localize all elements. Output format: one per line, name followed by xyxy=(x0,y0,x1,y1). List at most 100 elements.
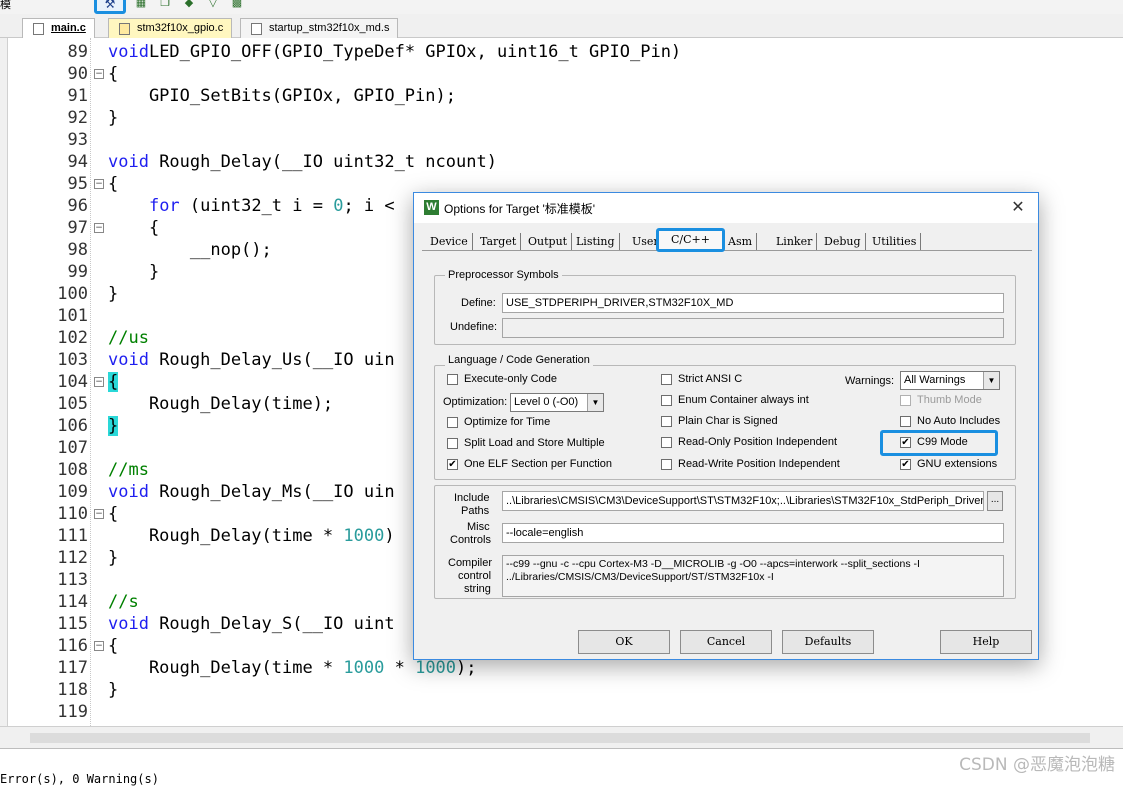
tab-label: main.c xyxy=(51,22,86,34)
execute-only-checkbox[interactable] xyxy=(447,374,458,385)
map-icon[interactable]: ▩ xyxy=(230,0,244,10)
code-line[interactable]: 91 GPIO_SetBits(GPIOx, GPIO_Pin); xyxy=(0,85,1123,107)
plain-char-checkbox[interactable] xyxy=(661,416,672,427)
download-icon[interactable]: ◆ xyxy=(182,0,196,10)
horizontal-scrollbar[interactable] xyxy=(0,726,1123,748)
fold-toggle-icon[interactable]: − xyxy=(94,641,104,651)
define-input[interactable]: USE_STDPERIPH_DRIVER,STM32F10X_MD xyxy=(502,293,1004,313)
ok-button[interactable]: OK xyxy=(578,630,670,654)
include-paths-input[interactable]: ..\Libraries\CMSIS\CM3\DeviceSupport\ST\… xyxy=(502,491,984,511)
tab-startup-s[interactable]: startup_stm32f10x_md.s xyxy=(240,18,399,38)
code-text: { xyxy=(108,504,119,524)
line-number: 106 xyxy=(57,416,88,436)
code-text: { xyxy=(108,64,119,84)
code-text: { xyxy=(108,174,119,194)
compiler-label-1: Compiler xyxy=(448,557,493,569)
code-text: { xyxy=(108,636,119,656)
thumb-mode-label: Thumb Mode xyxy=(917,394,982,406)
misc-controls-input[interactable]: --locale=english xyxy=(502,523,1004,543)
warnings-select[interactable]: All Warnings ▼ xyxy=(900,371,1000,390)
code-line[interactable]: 118} xyxy=(0,679,1123,701)
tab-output[interactable]: Output xyxy=(524,233,573,250)
plain-char-label: Plain Char is Signed xyxy=(678,415,778,427)
compiler-label-2: control xyxy=(458,570,492,582)
tab-asm[interactable]: Asm xyxy=(724,233,758,250)
defaults-button[interactable]: Defaults xyxy=(782,630,874,654)
tab-target[interactable]: Target xyxy=(476,233,522,250)
code-text: } xyxy=(108,416,119,436)
code-text: //s xyxy=(108,592,139,612)
line-number: 94 xyxy=(67,152,88,172)
tab-linker[interactable]: Linker xyxy=(772,233,818,250)
code-line[interactable]: 93 xyxy=(0,129,1123,151)
tab-listing[interactable]: Listing xyxy=(572,233,620,250)
editor-tab-bar: main.c stm32f10x_gpio.c startup_stm32f10… xyxy=(0,14,1123,38)
split-load-checkbox[interactable] xyxy=(447,438,458,449)
line-number: 112 xyxy=(57,548,88,568)
help-button[interactable]: Help xyxy=(940,630,1032,654)
chevron-down-icon: ▼ xyxy=(587,394,603,411)
code-line[interactable]: 90−{ xyxy=(0,63,1123,85)
tab-device[interactable]: Device xyxy=(426,233,473,250)
code-line[interactable]: 92} xyxy=(0,107,1123,129)
line-number: 93 xyxy=(67,130,88,150)
fold-toggle-icon[interactable]: − xyxy=(94,223,104,233)
line-number: 115 xyxy=(57,614,88,634)
optimization-select[interactable]: Level 0 (-O0) ▼ xyxy=(510,393,604,412)
tab-utilities[interactable]: Utilities xyxy=(868,233,922,250)
rw-position-checkbox[interactable] xyxy=(661,459,672,470)
code-text: void Rough_Delay_S(__IO uint xyxy=(108,614,395,634)
code-line[interactable]: 94 void Rough_Delay(__IO uint32_t ncount) xyxy=(0,151,1123,173)
strict-ansi-label: Strict ANSI C xyxy=(678,373,743,385)
tab-c-cpp[interactable]: C/C++ xyxy=(656,228,725,252)
code-text: void Rough_Delay_Us(__IO uin xyxy=(108,350,395,370)
optimization-label: Optimization: xyxy=(443,396,508,408)
tab-main-c[interactable]: main.c xyxy=(22,18,95,38)
fold-toggle-icon[interactable]: − xyxy=(94,377,104,387)
line-number: 90 xyxy=(67,64,88,84)
line-number: 113 xyxy=(57,570,88,590)
component-icon[interactable]: ▦ xyxy=(134,0,148,10)
c99-mode-label: C99 Mode xyxy=(917,436,968,448)
code-line[interactable]: 117 Rough_Delay(time * 1000 * 1000); xyxy=(0,657,1123,679)
line-number: 92 xyxy=(67,108,88,128)
fold-toggle-icon[interactable]: − xyxy=(94,69,104,79)
dialog-title: Options for Target '标准模板' xyxy=(444,202,596,216)
code-line[interactable]: 89 voidLED_GPIO_OFF(GPIO_TypeDef* GPIOx, … xyxy=(0,41,1123,63)
browse-paths-button[interactable]: ... xyxy=(987,491,1003,511)
line-number: 109 xyxy=(57,482,88,502)
no-auto-includes-checkbox[interactable] xyxy=(900,416,911,427)
fold-toggle-icon[interactable]: − xyxy=(94,509,104,519)
optimize-time-checkbox[interactable] xyxy=(447,417,458,428)
language-group-label: Language / Code Generation xyxy=(445,354,593,366)
code-text: for (uint32_t i = 0; i < xyxy=(148,196,395,216)
build-output-panel xyxy=(0,748,1123,774)
undefine-input[interactable] xyxy=(502,318,1004,338)
filter-icon[interactable]: ▽ xyxy=(206,0,220,10)
copy-icon[interactable]: ❐ xyxy=(158,0,172,10)
strict-ansi-checkbox[interactable] xyxy=(661,374,672,385)
tab-label: stm32f10x_gpio.c xyxy=(137,22,224,34)
gnu-extensions-checkbox[interactable]: ✔ xyxy=(900,459,911,470)
code-text: void Rough_Delay_Ms(__IO uin xyxy=(108,482,395,502)
tab-stm32f10x-gpio-c[interactable]: stm32f10x_gpio.c xyxy=(108,18,233,38)
c99-mode-checkbox[interactable]: ✔ xyxy=(900,437,911,448)
thumb-mode-checkbox[interactable] xyxy=(900,395,911,406)
code-text: } xyxy=(108,284,119,304)
optimization-value: Level 0 (-O0) xyxy=(514,396,579,408)
line-number: 108 xyxy=(57,460,88,480)
cancel-button[interactable]: Cancel xyxy=(680,630,772,654)
fold-toggle-icon[interactable]: − xyxy=(94,179,104,189)
enum-container-checkbox[interactable] xyxy=(661,395,672,406)
close-icon[interactable]: ✕ xyxy=(1008,197,1028,217)
target-options-button[interactable]: ⚒ xyxy=(94,0,126,14)
tab-debug[interactable]: Debug xyxy=(820,233,866,250)
scrollbar-thumb[interactable] xyxy=(30,733,1090,743)
compiler-control-string[interactable]: --c99 --gnu -c --cpu Cortex-M3 -D__MICRO… xyxy=(502,555,1004,597)
one-elf-checkbox[interactable]: ✔ xyxy=(447,459,458,470)
rw-position-label: Read-Write Position Independent xyxy=(678,458,840,470)
optimize-time-label: Optimize for Time xyxy=(464,416,551,428)
dialog-tab-strip: Device Target Output Listing User C/C++ … xyxy=(422,228,1032,252)
ro-position-checkbox[interactable] xyxy=(661,437,672,448)
code-line[interactable]: 119 xyxy=(0,701,1123,723)
